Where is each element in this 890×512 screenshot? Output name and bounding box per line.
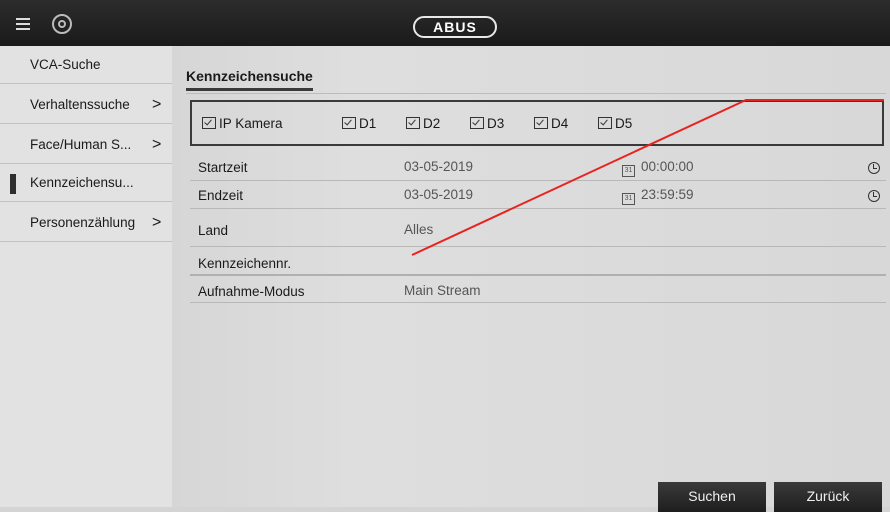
channel-label: D5	[615, 116, 633, 131]
sidebar-item-label: VCA-Suche	[30, 57, 101, 72]
search-button[interactable]: Suchen	[658, 482, 766, 512]
channel-checkbox-d3[interactable]: D3	[470, 116, 504, 131]
plate-number-input[interactable]	[404, 256, 874, 272]
channel-checkbox-d2[interactable]: D2	[406, 116, 440, 131]
back-button[interactable]: Zurück	[774, 482, 882, 512]
channel-checkbox-ip-kamera[interactable]: IP Kamera	[202, 116, 283, 131]
channel-label: D3	[487, 116, 505, 131]
chevron-right-icon: >	[152, 136, 162, 153]
sidebar-item-personenzaehlung[interactable]: Personenzählung >	[0, 204, 172, 242]
checkbox-checked-icon	[598, 117, 612, 129]
sidebar-item-label: Verhaltenssuche	[30, 97, 130, 112]
plate-number-row: Kennzeichennr.	[190, 252, 886, 276]
start-time-row: Startzeit 03-05-2019 31 00:00:00	[190, 154, 886, 181]
checkbox-checked-icon	[202, 117, 216, 129]
channel-checkbox-d1[interactable]: D1	[342, 116, 376, 131]
sidebar-item-kennzeichensuche[interactable]: Kennzeichensu...	[0, 164, 172, 202]
sidebar: VCA-Suche Verhaltenssuche > Face/Human S…	[0, 46, 172, 507]
checkbox-checked-icon	[406, 117, 420, 129]
country-label: Land	[198, 223, 229, 238]
recording-mode-select[interactable]: Main Stream	[404, 283, 481, 298]
channel-selector: IP Kamera D1 D2 D3 D4 D5	[190, 100, 884, 146]
sidebar-item-vca-suche[interactable]: VCA-Suche	[0, 46, 172, 84]
active-marker	[10, 174, 16, 194]
start-date-field[interactable]: 03-05-2019	[404, 159, 473, 174]
start-time-label: Startzeit	[198, 160, 248, 175]
chevron-right-icon: >	[152, 214, 162, 231]
plate-number-label: Kennzeichennr.	[198, 256, 292, 271]
channel-label: D4	[551, 116, 569, 131]
channel-label: D1	[359, 116, 377, 131]
recording-mode-label: Aufnahme-Modus	[198, 284, 305, 299]
chevron-right-icon: >	[152, 96, 162, 113]
end-date-field[interactable]: 03-05-2019	[404, 187, 473, 202]
camera-lens-icon[interactable]	[52, 14, 72, 34]
sidebar-item-verhaltenssuche[interactable]: Verhaltenssuche >	[0, 86, 172, 124]
end-time-field[interactable]: 31 23:59:59	[622, 187, 694, 205]
end-time-row: Endzeit 03-05-2019 31 23:59:59	[190, 182, 886, 209]
calendar-icon[interactable]: 31	[622, 193, 635, 205]
top-bar: ABUS	[0, 0, 890, 46]
channel-label: D2	[423, 116, 441, 131]
country-row: Land Alles	[190, 216, 886, 247]
country-select[interactable]: Alles	[404, 222, 433, 237]
end-time-label: Endzeit	[198, 188, 244, 203]
checkbox-checked-icon	[534, 117, 548, 129]
clock-icon[interactable]	[868, 190, 880, 202]
start-time-value: 00:00:00	[641, 159, 694, 174]
channel-label: IP Kamera	[219, 116, 283, 131]
brand-logo: ABUS	[413, 16, 497, 38]
tab-divider	[186, 93, 886, 94]
sidebar-item-face-human[interactable]: Face/Human S... >	[0, 126, 172, 164]
calendar-icon[interactable]: 31	[622, 165, 635, 177]
end-time-value: 23:59:59	[641, 187, 694, 202]
channel-checkbox-d5[interactable]: D5	[598, 116, 632, 131]
start-time-field[interactable]: 31 00:00:00	[622, 159, 694, 177]
sidebar-item-label: Kennzeichensu...	[30, 175, 134, 190]
sidebar-item-label: Face/Human S...	[30, 137, 132, 152]
checkbox-checked-icon	[470, 117, 484, 129]
menu-icon[interactable]	[16, 18, 30, 30]
sidebar-item-label: Personenzählung	[30, 215, 136, 230]
channel-checkbox-d4[interactable]: D4	[534, 116, 568, 131]
tab-kennzeichensuche[interactable]: Kennzeichensuche	[186, 68, 313, 91]
recording-mode-row: Aufnahme-Modus Main Stream	[190, 280, 886, 303]
checkbox-checked-icon	[342, 117, 356, 129]
clock-icon[interactable]	[868, 162, 880, 174]
